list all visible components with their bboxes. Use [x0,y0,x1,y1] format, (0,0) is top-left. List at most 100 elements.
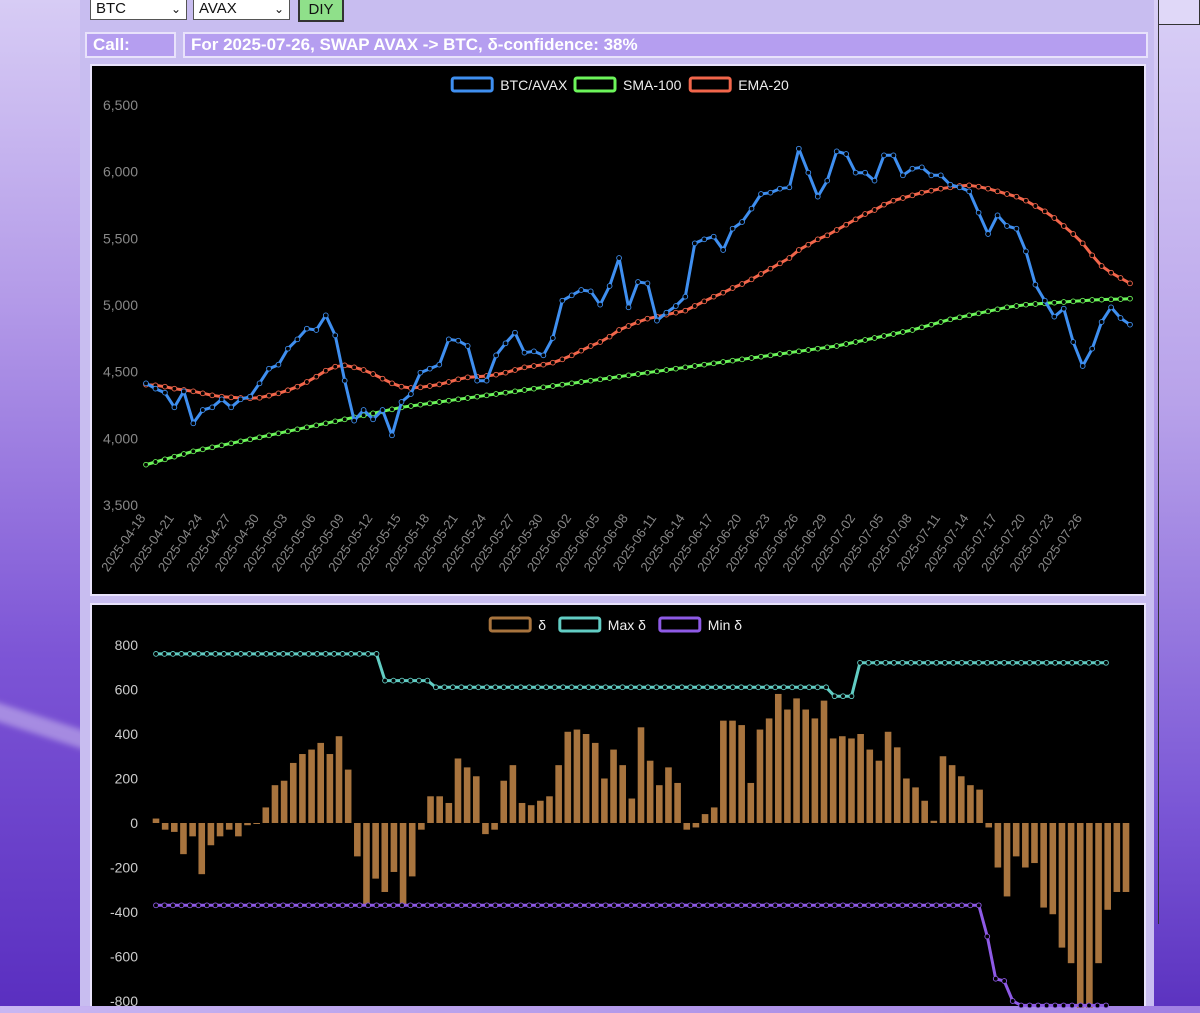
max-delta-point [712,684,719,691]
ema-20-point [360,367,367,373]
delta-bar [802,709,810,823]
max-delta-point [263,651,270,657]
min-delta-point [1060,1002,1067,1009]
delta-bar [189,823,196,837]
sma-100-point [218,442,225,449]
min-delta-point [874,902,880,909]
min-delta-point [560,902,566,909]
ema-20-point [1051,215,1058,221]
min-delta-point [407,902,414,909]
max-delta-point [1086,659,1092,666]
ema-20-point [351,364,358,371]
max-delta-point [254,651,261,657]
min-delta-point [857,902,863,909]
legend-swatch-2 [658,616,702,633]
sma-100-point [1079,297,1086,304]
ema-20-point [549,359,556,366]
base-asset-value: BTC [96,0,126,17]
max-delta-point [483,684,490,691]
max-delta-point [187,651,193,657]
delta-bar [646,760,654,823]
btc-avax-point [426,365,433,372]
delta-bar [399,823,407,906]
min-delta-point [153,902,159,909]
sma-100-point [654,368,660,375]
delta-bar [152,818,160,823]
max-delta-point [941,659,948,666]
sma-100-point [682,364,689,371]
base-asset-select[interactable]: BTC ⌄ [90,0,187,20]
window-frame-corner [1158,0,1200,25]
max-delta-point [662,684,668,691]
max-delta-point [628,684,634,691]
btc-avax-point [606,283,613,289]
max-delta-point [458,684,465,691]
sma-100-point [578,379,585,385]
min-delta-point [958,902,965,909]
max-delta-point [763,684,770,691]
quote-asset-select[interactable]: AVAX ⌄ [193,0,290,20]
delta-bar [216,823,224,837]
min-delta-point [466,902,473,909]
max-delta-point [908,659,914,666]
max-delta-point [348,651,354,657]
ema-20-point [701,298,708,305]
min-delta-point [806,902,812,909]
min-delta-point [450,902,456,909]
ema-20-point [890,197,897,204]
chevron-down-icon: ⌄ [273,2,284,16]
delta-bar [884,731,892,823]
btc-avax-point [256,380,263,387]
btc-avax-point [474,377,481,384]
delta-bar [418,823,425,830]
min-delta-point [500,902,507,909]
sma-100-point [152,459,159,465]
btc-avax-point [143,380,149,387]
legend-swatch-1 [558,616,602,633]
ema-20-point [464,374,471,381]
ema-20-point [795,247,802,253]
max-delta-point [789,684,796,691]
y-tick-label: 6,500 [103,97,138,113]
btc-avax-point [881,152,887,159]
delta-bar [363,823,370,906]
sma-100-point [285,428,291,435]
legend-label-2: EMA-20 [738,77,789,93]
delta-bar [738,725,745,823]
chevron-down-icon: ⌄ [170,2,181,16]
btc-avax-point [777,185,783,192]
btc-avax-point [436,361,443,368]
sma-100-point [199,446,206,453]
sma-100-point [1013,303,1020,309]
ema-20-point [521,364,528,371]
ema-20-point [1060,223,1067,229]
btc-avax-point [341,377,348,384]
max-delta-point [645,684,651,691]
ema-20-point [1023,197,1029,204]
legend-label-0: BTC/AVAX [500,77,568,93]
max-delta-point [874,659,880,666]
max-delta-point [1018,659,1025,666]
min-delta-point [305,902,312,909]
sma-100-point [143,461,149,468]
diy-button[interactable]: DIY [298,0,344,22]
max-delta-point [857,659,863,666]
sma-100-point [568,380,575,387]
min-delta-point [891,902,897,909]
ema-20-point [1013,193,1020,200]
btc-avax-point [1023,248,1029,255]
sma-100-point [587,377,594,384]
max-delta-point [1094,659,1101,666]
delta-bar [784,709,791,823]
max-delta-point [170,651,176,657]
sma-100-point [597,376,604,383]
max-delta-point [933,659,940,666]
max-delta-point [339,651,346,657]
btc-avax-point [1079,363,1086,369]
ema-20-point [1098,263,1105,269]
btc-avax-point [701,236,708,243]
btc-avax-point [351,417,358,424]
ema-20-point [285,387,291,394]
y-tick-label: 3,500 [103,497,138,513]
max-delta-point [356,651,363,657]
